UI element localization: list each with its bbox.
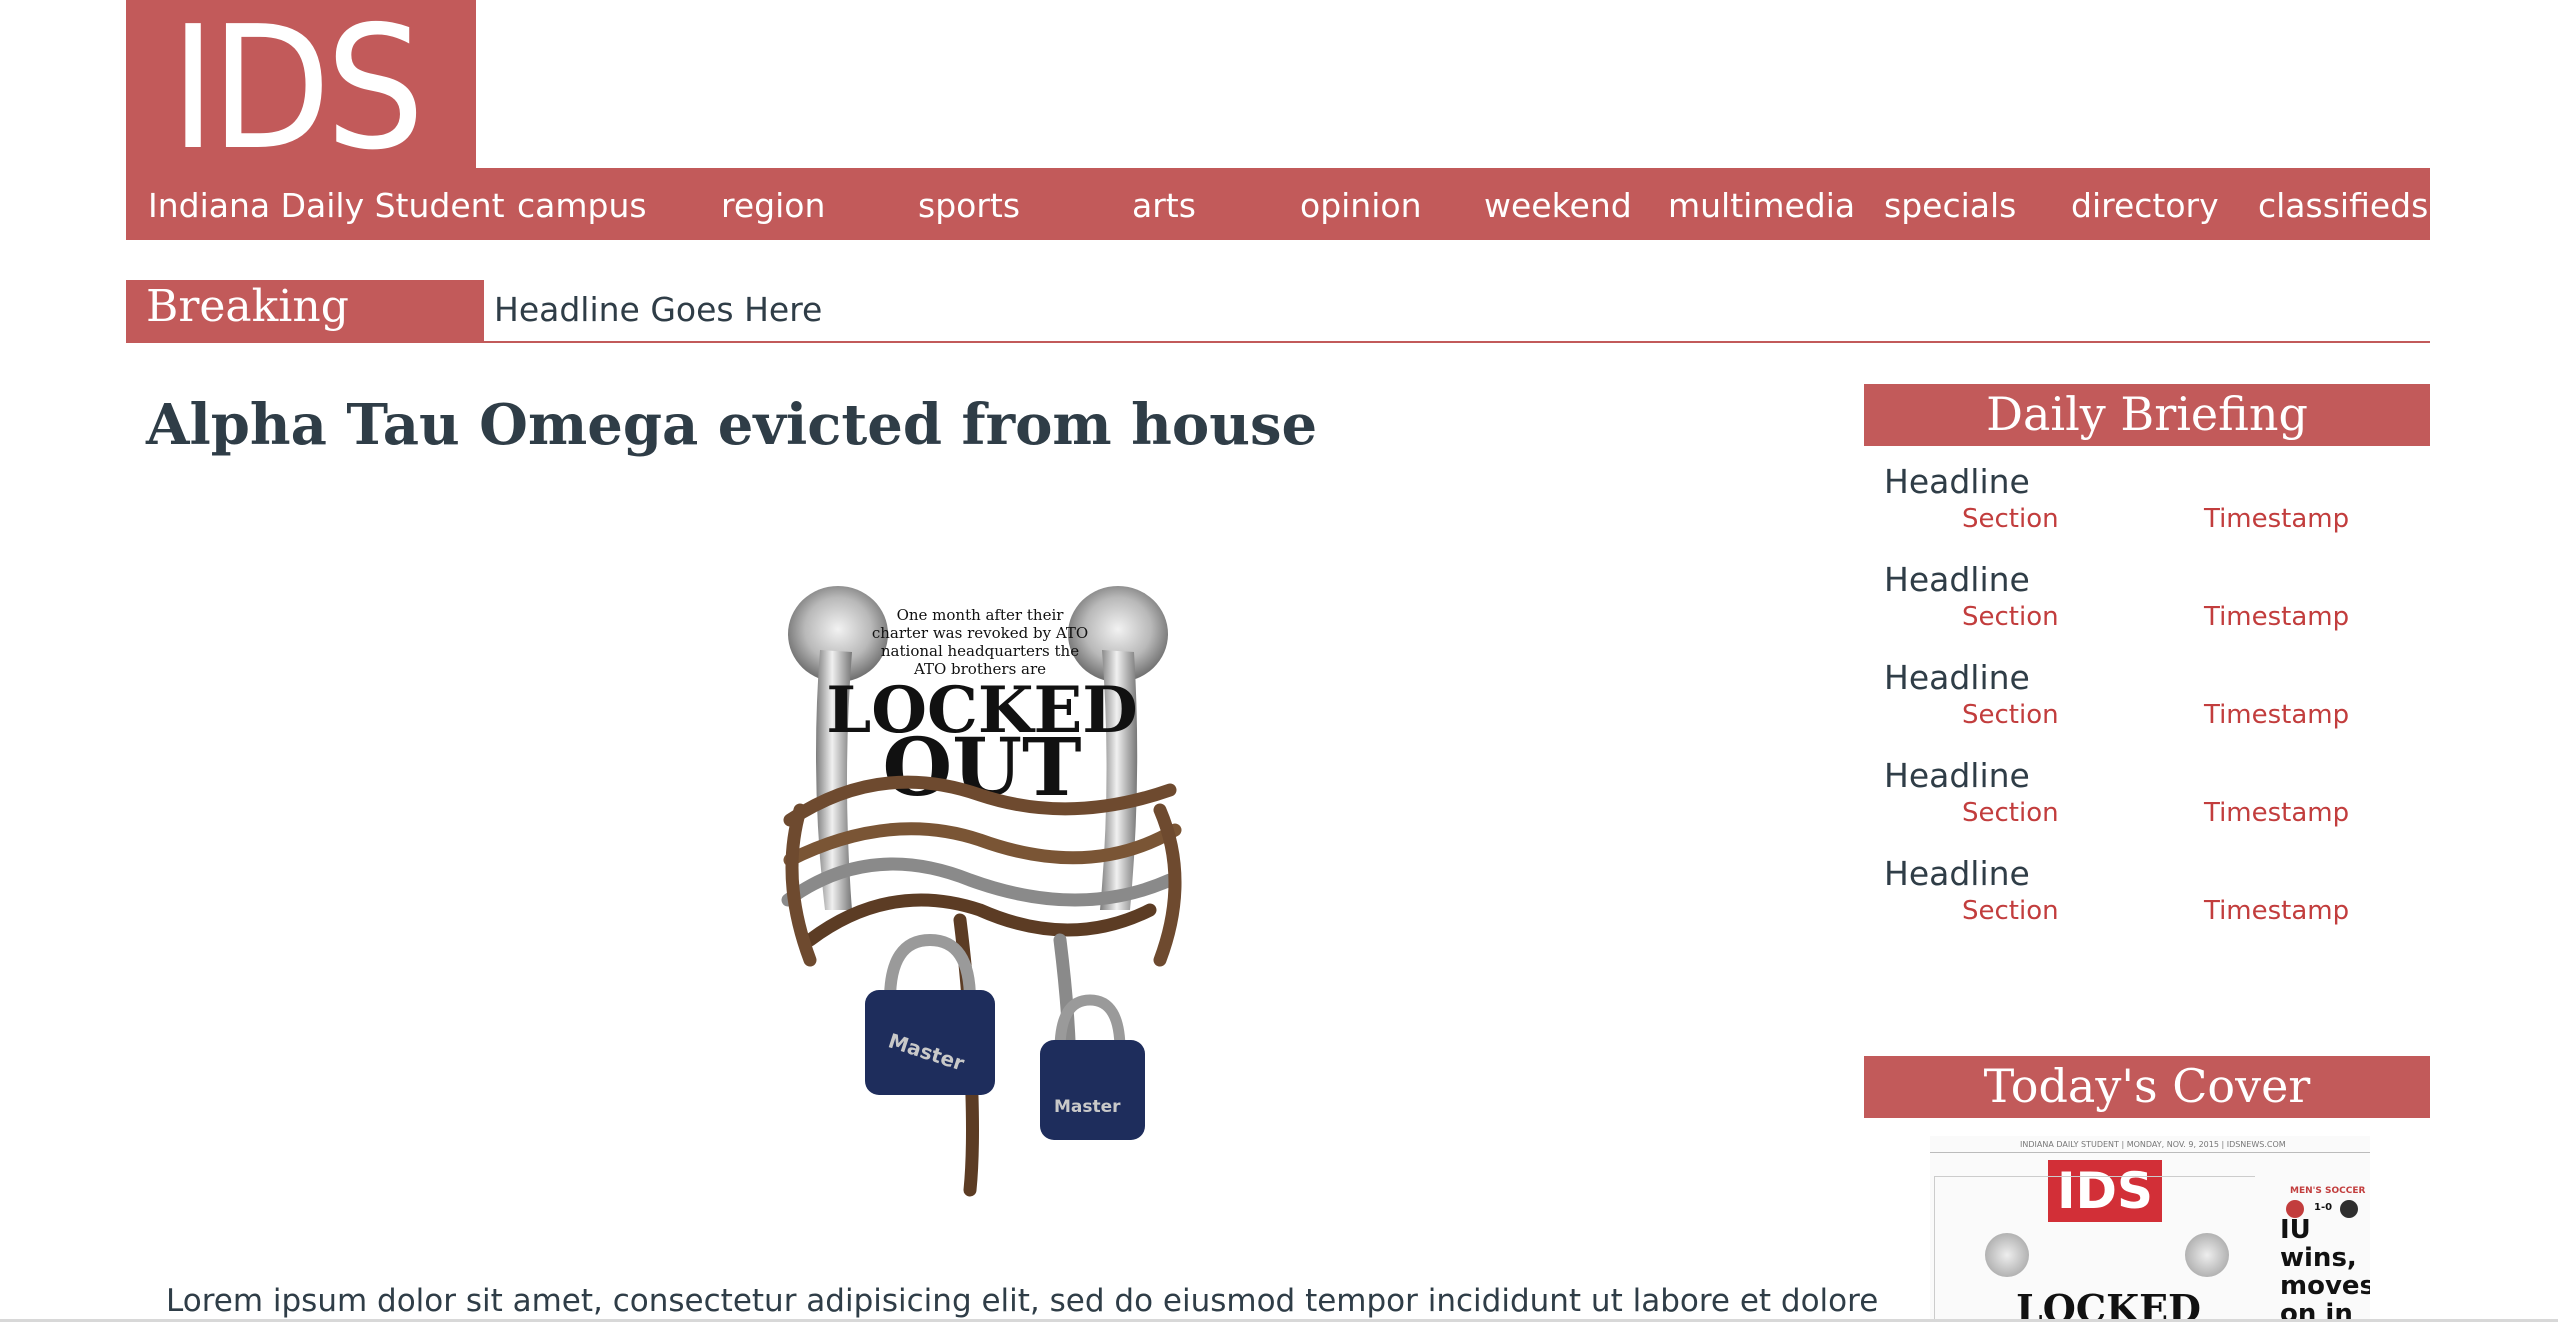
briefing-item[interactable]: Headline Section Timestamp [1884, 560, 2404, 650]
nav-item-directory[interactable]: directory [2071, 186, 2219, 225]
briefing-item[interactable]: Headline Section Timestamp [1884, 462, 2404, 552]
briefing-section[interactable]: Section [1962, 504, 2059, 534]
cover-knob [2185, 1233, 2229, 1277]
briefing-section[interactable]: Section [1962, 896, 2059, 926]
cover-score: 1-0 [2314, 1202, 2333, 1213]
svg-text:One month after their: One month after their [897, 606, 1065, 624]
article-body-text: Lorem ipsum dolor sit amet, consectetur … [166, 1283, 1879, 1319]
nav-item-arts[interactable]: arts [1132, 186, 1196, 225]
briefing-timestamp: Timestamp [2204, 602, 2350, 632]
nav-item-classifieds[interactable]: classifieds [2258, 186, 2428, 225]
cover-headline: IU wins, moves on in [2280, 1216, 2370, 1322]
cover-knob [1985, 1233, 2029, 1277]
nav-item-campus[interactable]: campus [517, 186, 647, 225]
nav-item-specials[interactable]: specials [1884, 186, 2016, 225]
briefing-section[interactable]: Section [1962, 602, 2059, 632]
breaking-news-label-text: Breaking News [146, 281, 349, 394]
nav-item-multimedia[interactable]: multimedia [1668, 186, 1855, 225]
nav-item-region[interactable]: region [721, 186, 825, 225]
main-nav: Indiana Daily Student campus region spor… [126, 168, 2430, 240]
briefing-timestamp: Timestamp [2204, 798, 2350, 828]
briefing-timestamp: Timestamp [2204, 896, 2350, 926]
todays-cover-header: Today's Cover [1864, 1056, 2430, 1118]
cover-masthead-line: INDIANA DAILY STUDENT | MONDAY, NOV. 9, … [2020, 1140, 2286, 1149]
cover-headline-line: IU wins, [2280, 1215, 2357, 1273]
nav-item-opinion[interactable]: opinion [1300, 186, 1422, 225]
locked-out-illustration: One month after their charter was revoke… [781, 586, 1182, 1197]
daily-briefing-header: Daily Briefing [1864, 384, 2430, 446]
cover-kicker: MEN'S SOCCER [2290, 1186, 2366, 1196]
briefing-headline[interactable]: Headline [1884, 560, 2030, 599]
svg-text:charter was revoked by ATO: charter was revoked by ATO [872, 624, 1088, 642]
nav-item-sports[interactable]: sports [918, 186, 1020, 225]
briefing-section[interactable]: Section [1962, 798, 2059, 828]
cover-headline-line: moves [2280, 1271, 2370, 1301]
logo-text: IDS [170, 0, 425, 188]
breaking-news-label: Breaking News [126, 280, 484, 394]
briefing-timestamp: Timestamp [2204, 700, 2350, 730]
cover-rule [1930, 1152, 2370, 1153]
svg-text:national headquarters the: national headquarters the [881, 642, 1079, 660]
briefing-headline[interactable]: Headline [1884, 462, 2030, 501]
site-logo[interactable]: IDS [126, 0, 476, 174]
cover-teaser: LOCKED [2016, 1286, 2202, 1322]
briefing-section[interactable]: Section [1962, 700, 2059, 730]
nav-item-weekend[interactable]: weekend [1484, 186, 1632, 225]
briefing-headline[interactable]: Headline [1884, 756, 2030, 795]
todays-cover-thumbnail[interactable]: INDIANA DAILY STUDENT | MONDAY, NOV. 9, … [1930, 1136, 2370, 1322]
briefing-item[interactable]: Headline Section Timestamp [1884, 658, 2404, 748]
briefing-headline[interactable]: Headline [1884, 854, 2030, 893]
briefing-item[interactable]: Headline Section Timestamp [1884, 854, 2404, 944]
breaking-news-headline[interactable]: Headline Goes Here [494, 290, 822, 329]
article-image[interactable]: One month after their charter was revoke… [770, 580, 1190, 1200]
article-title: Alpha Tau Omega evicted from house [146, 392, 1318, 458]
briefing-timestamp: Timestamp [2204, 504, 2350, 534]
svg-text:Master: Master [1054, 1097, 1121, 1117]
nav-item-home[interactable]: Indiana Daily Student [148, 186, 505, 225]
briefing-headline[interactable]: Headline [1884, 658, 2030, 697]
breaking-news-divider [126, 341, 2430, 343]
briefing-item[interactable]: Headline Section Timestamp [1884, 756, 2404, 846]
